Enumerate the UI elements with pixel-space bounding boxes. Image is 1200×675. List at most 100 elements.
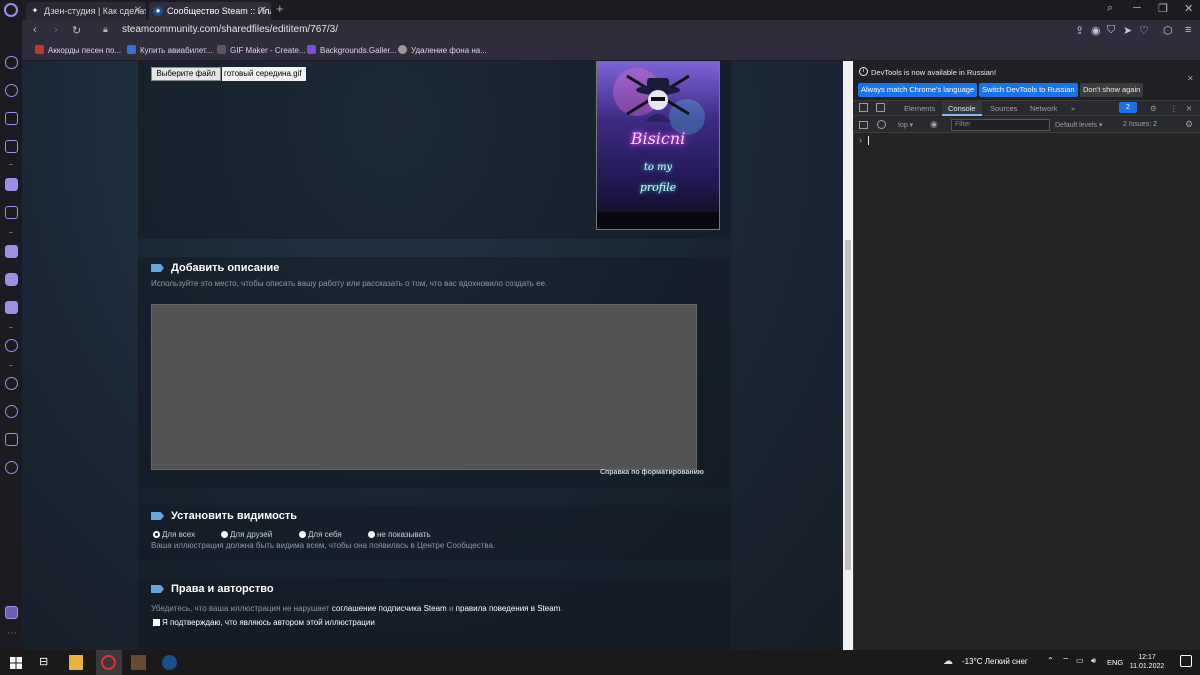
clear-console-icon[interactable] xyxy=(877,120,886,129)
new-tab-button[interactable]: + xyxy=(276,1,284,16)
tab-sources[interactable]: Sources xyxy=(990,104,1018,113)
description-hint: Используйте это место, чтобы описать ваш… xyxy=(151,279,548,288)
sidebar-toggle-icon[interactable] xyxy=(859,121,868,129)
discord-icon[interactable] xyxy=(5,206,18,219)
tab-network[interactable]: Network xyxy=(1030,104,1058,113)
language-indicator[interactable]: ENG xyxy=(1107,658,1123,667)
settings-gear-icon[interactable]: ⚙ xyxy=(1150,104,1157,113)
formatting-help-link[interactable]: Справка по форматированию xyxy=(600,469,704,476)
send-icon[interactable]: ➤ xyxy=(1123,24,1132,37)
bookmark-item[interactable]: Удаление фона на... xyxy=(398,45,487,55)
console-input-caret[interactable] xyxy=(868,136,869,145)
visibility-option-hidden[interactable]: не показывать xyxy=(368,530,431,539)
more-tabs-icon[interactable]: » xyxy=(1071,104,1075,113)
search-tabs-icon[interactable]: ⌕ xyxy=(1107,2,1113,15)
cube-icon[interactable] xyxy=(5,433,18,446)
vpn-shield-icon[interactable]: ⛉ xyxy=(1107,24,1115,37)
home-icon[interactable] xyxy=(5,178,18,191)
instagram-icon[interactable] xyxy=(5,273,18,286)
wifi-icon[interactable]: ⌔ xyxy=(1062,656,1070,666)
restore-icon[interactable]: ❐ xyxy=(1158,2,1168,15)
back-icon[interactable]: ‹ xyxy=(33,24,37,36)
inspect-element-icon[interactable] xyxy=(859,103,868,112)
tab-dzen[interactable]: ✦ Дзен-студия | Как сделать ✕ xyxy=(26,2,146,20)
share-icon[interactable]: ⇪ xyxy=(1075,24,1084,37)
switch-to-russian-button[interactable]: Switch DevTools to Russian xyxy=(979,83,1078,97)
forward-icon[interactable]: › xyxy=(54,24,58,36)
bookmark-item[interactable]: GIF Maker - Create... xyxy=(217,45,306,55)
history-clock-icon[interactable] xyxy=(5,405,18,418)
radio-icon xyxy=(368,531,375,538)
visibility-option-all[interactable]: Для всех xyxy=(153,530,195,539)
rights-text: Убедитесь, что ваша иллюстрация не наруш… xyxy=(151,604,563,613)
always-match-language-button[interactable]: Always match Chrome's language xyxy=(858,83,978,97)
conduct-rules-link[interactable]: правила поведения в Steam xyxy=(456,604,561,613)
extensions-cube-icon[interactable]: ⬡ xyxy=(1163,24,1173,37)
page-scrollbar-thumb[interactable] xyxy=(845,240,851,570)
close-icon[interactable]: ✕ xyxy=(1187,74,1194,83)
console-filter-input[interactable]: Filter xyxy=(951,119,1050,131)
opera-logo-icon[interactable] xyxy=(4,3,18,17)
twitch-chat-icon[interactable] xyxy=(5,301,18,314)
menu-icon[interactable]: ≡ xyxy=(1185,24,1191,36)
visibility-option-self[interactable]: Для себя xyxy=(299,530,342,539)
heart-icon[interactable]: ♡ xyxy=(1139,24,1149,37)
context-select[interactable]: top ▾ xyxy=(898,121,913,129)
choose-file-button[interactable]: Выберите файл xyxy=(151,67,221,81)
weather-cloud-icon[interactable]: ☁ xyxy=(943,656,953,667)
device-toggle-icon[interactable] xyxy=(876,103,885,112)
close-window-icon[interactable]: ✕ xyxy=(1184,2,1193,15)
kebab-menu-icon[interactable]: ⋮ xyxy=(1170,104,1178,113)
description-textarea[interactable] xyxy=(151,304,697,470)
message-count-badge[interactable]: 2 xyxy=(1119,102,1137,113)
clock[interactable]: 12:17 11.01.2022 xyxy=(1129,653,1165,671)
opera-gx-icon[interactable] xyxy=(101,655,116,670)
shop-bag-icon[interactable] xyxy=(5,112,18,125)
radio-icon xyxy=(299,531,306,538)
volume-icon[interactable]: 🔊︎ xyxy=(1091,656,1096,666)
bookmark-item[interactable]: Backgrounds.Galler... xyxy=(307,45,396,55)
tab-console[interactable]: Console xyxy=(948,104,976,113)
bookmark-item[interactable]: Купить авиабилет... xyxy=(127,45,212,55)
gamepad-icon[interactable] xyxy=(5,56,18,69)
game-app-icon[interactable] xyxy=(131,655,146,670)
vk-icon[interactable] xyxy=(5,245,18,258)
visibility-note: Ваша иллюстрация должна быть видима всем… xyxy=(151,541,496,550)
minimize-icon[interactable]: ─ xyxy=(1133,2,1141,14)
close-icon[interactable]: ✕ xyxy=(134,2,142,20)
weather-text[interactable]: -13°C Легкий снег xyxy=(962,657,1028,666)
more-dots-icon[interactable]: ⋯ xyxy=(7,628,17,639)
notifications-icon[interactable] xyxy=(1180,655,1192,667)
tab-elements[interactable]: Elements xyxy=(904,104,935,113)
task-view-icon[interactable]: ⊟ xyxy=(39,655,48,668)
dont-show-again-button[interactable]: Don't show again xyxy=(1080,83,1144,97)
reload-icon[interactable]: ↻ xyxy=(72,24,81,37)
file-explorer-icon[interactable] xyxy=(69,655,83,670)
devtools-note: DevTools is now available in Russian! xyxy=(871,68,997,77)
settings-gear-icon[interactable] xyxy=(5,461,18,474)
console-settings-gear-icon[interactable]: ⚙ xyxy=(1185,119,1193,130)
author-confirm-checkbox[interactable] xyxy=(153,619,160,626)
twitch-icon[interactable] xyxy=(5,140,18,153)
issues-button[interactable]: 2 Issues: 2 xyxy=(1123,121,1157,128)
close-devtools-icon[interactable]: ✕ xyxy=(1186,104,1192,113)
camera-icon[interactable]: ◉ xyxy=(1091,24,1101,37)
lock-icon[interactable]: 🔒︎ xyxy=(103,24,108,35)
player-icon[interactable] xyxy=(5,339,18,352)
speed-dial-icon[interactable] xyxy=(5,84,18,97)
live-expression-eye-icon[interactable]: ◉ xyxy=(930,119,938,130)
description-title: Добавить описание xyxy=(171,262,280,274)
chevron-up-icon[interactable]: ⌃ xyxy=(1047,656,1054,665)
subscriber-agreement-link[interactable]: соглашение подписчика Steam xyxy=(332,604,447,613)
url-field[interactable]: steamcommunity.com/sharedfiles/edititem/… xyxy=(122,24,338,35)
close-icon[interactable]: ✕ xyxy=(259,2,267,20)
gx-corner-icon[interactable] xyxy=(5,606,18,619)
heart-icon[interactable] xyxy=(5,377,18,390)
steam-taskbar-icon[interactable] xyxy=(162,655,177,670)
battery-icon[interactable]: ▭ xyxy=(1076,656,1084,665)
windows-start-icon[interactable] xyxy=(10,657,22,669)
tab-steam[interactable]: ● Сообщество Steam :: Илл ✕ xyxy=(149,2,271,20)
visibility-option-friends[interactable]: Для друзей xyxy=(221,530,272,539)
bookmark-item[interactable]: Аккорды песен по... xyxy=(35,45,121,55)
log-levels-dropdown[interactable]: Default levels ▾ xyxy=(1055,121,1103,129)
